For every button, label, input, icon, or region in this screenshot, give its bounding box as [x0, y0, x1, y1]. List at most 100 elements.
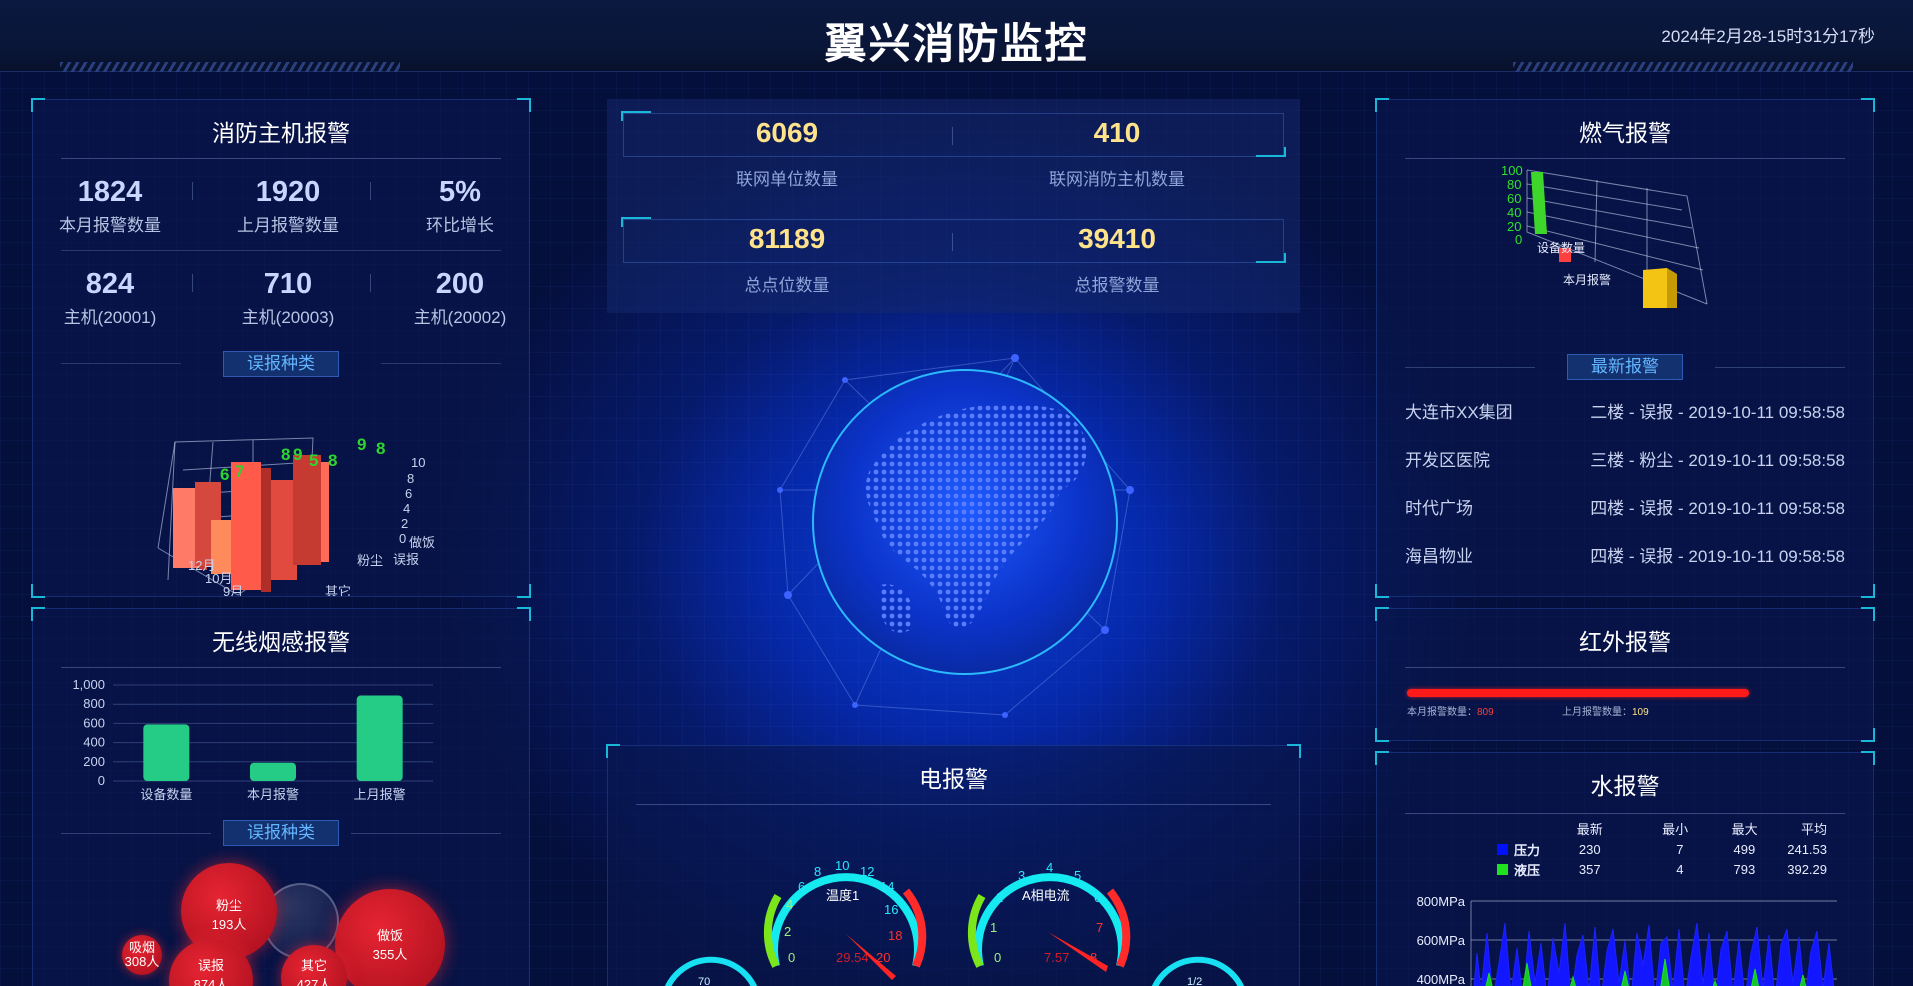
stat-this-month: 1824 本月报警数量 [59, 176, 161, 235]
small-gauge-right: 1/2 [1151, 956, 1245, 986]
svg-text:其它: 其它 [325, 584, 351, 596]
svg-text:60: 60 [1507, 191, 1521, 206]
svg-text:29.54: 29.54 [836, 950, 869, 965]
svg-text:10: 10 [835, 858, 849, 873]
svg-text:800MPa: 800MPa [1417, 894, 1466, 909]
svg-text:误报: 误报 [393, 552, 419, 567]
stat-network-hosts: 410 联网消防主机数量 [1049, 117, 1185, 189]
fire-3d-bar-chart: 6 7 8 9 5 8 9 8 做饭 误报 粉尘 其它 12月 10月 9月 1… [157, 435, 435, 596]
false-alarm-type-tab[interactable]: 误报种类 [223, 820, 339, 846]
svg-text:3: 3 [1018, 868, 1025, 883]
svg-text:18: 18 [888, 928, 902, 943]
gas-3d-bar-chart: 100 80 60 40 20 0 设备数量 本月报警 [1501, 163, 1708, 308]
divider [636, 804, 1271, 805]
svg-text:4: 4 [786, 897, 793, 912]
bar-value-label: 8 [328, 451, 337, 470]
svg-text:7: 7 [1096, 920, 1103, 935]
alarm-row[interactable]: 海昌物业 四楼 - 误报 - 2019-10-11 09:58:58 [1405, 542, 1845, 566]
bar-value-label: 9 [357, 435, 366, 454]
bubble-smoking[interactable]: 吸烟 308人 [122, 935, 162, 975]
svg-text:2: 2 [996, 890, 1003, 905]
stat-total-alarms: 39410 总报警数量 [1074, 223, 1160, 295]
svg-text:1/2: 1/2 [1187, 976, 1202, 986]
divider [1405, 813, 1845, 814]
svg-text:400MPa: 400MPa [1417, 972, 1466, 986]
globe-illustration [777, 354, 1134, 718]
bar-value-label: 7 [235, 462, 244, 481]
bar-value-label: 6 [220, 465, 229, 484]
smoke-bar-chart: 1,000 800 600 400 200 0 设备数量 本月报警 上月报警 [72, 677, 433, 802]
alarm-row[interactable]: 开发区医院 三楼 - 粉尘 - 2019-10-11 09:58:58 [1405, 446, 1845, 470]
infrared-panel: 红外报警 本月报警数量：809 上月报警数量：109 [1375, 607, 1875, 742]
divider [61, 667, 501, 668]
svg-text:做饭: 做饭 [409, 535, 435, 550]
smoke-bar [143, 724, 190, 781]
svg-text:0: 0 [994, 950, 1001, 965]
bubble-cooking[interactable]: 做饭 355人 [335, 889, 445, 986]
svg-text:70: 70 [698, 976, 710, 986]
small-gauge-left: 70 [664, 956, 758, 986]
center-stats-panel: 6069 联网单位数量 410 联网消防主机数量 81189 总点位数量 39410 总… [607, 99, 1300, 313]
svg-text:设备数量: 设备数量 [1537, 240, 1585, 255]
panel-title: 水报警 [1590, 773, 1660, 799]
water-line-chart: 800MPa 600MPa 400MPa [1417, 894, 1837, 986]
panel-title: 燃气报警 [1579, 120, 1671, 146]
svg-text:80: 80 [1507, 177, 1521, 192]
bar-value-label: 8 [281, 445, 290, 464]
stat-total-points: 81189 总点位数量 [744, 223, 830, 295]
clock-text: 2024年2月28-15时31分17秒 [1661, 27, 1875, 46]
svg-text:100: 100 [1501, 163, 1523, 178]
svg-text:0: 0 [1515, 232, 1522, 247]
last-month-count: 上月报警数量：109 [1562, 707, 1649, 718]
water-legend: 最新 最小 最大 平均 压力 230 7 499 241.53 液压 357 4… [1497, 819, 1827, 879]
svg-text:8: 8 [814, 864, 821, 879]
svg-text:8: 8 [407, 471, 414, 486]
gas-panel: 燃气报警 100 80 60 40 20 0 设备数量 本月报警 最新报警 大连… [1375, 98, 1875, 598]
svg-text:5: 5 [1074, 868, 1081, 883]
svg-text:6: 6 [798, 879, 805, 894]
svg-text:6: 6 [1094, 890, 1101, 905]
y-tick-label: 1,000 [72, 677, 105, 692]
divider [61, 158, 501, 159]
stat-network-units: 6069 联网单位数量 [736, 117, 838, 189]
svg-text:0: 0 [788, 950, 795, 965]
svg-text:10: 10 [411, 455, 425, 470]
svg-text:40: 40 [1507, 205, 1521, 220]
svg-text:600MPa: 600MPa [1417, 933, 1466, 948]
svg-text:7.57: 7.57 [1044, 950, 1069, 965]
svg-text:2: 2 [401, 516, 408, 531]
water-panel: 水报警 最新 最小 最大 平均 压力 230 7 499 241.53 液压 3… [1375, 751, 1875, 986]
electric-panel: 电报警 70 0 2 4 6 8 10 12 14 16 18 20 温度1 2… [606, 744, 1301, 986]
latest-alarm-tab[interactable]: 最新报警 [1567, 354, 1683, 380]
header-bar: 翼兴消防监控 2024年2月28-15时31分17秒 [0, 0, 1913, 72]
svg-text:0: 0 [399, 531, 406, 546]
alarm-row[interactable]: 大连市XX集团 二楼 - 误报 - 2019-10-11 09:58:58 [1405, 398, 1845, 422]
page-title: 翼兴消防监控 [824, 20, 1089, 67]
false-alarm-type-tab[interactable]: 误报种类 [223, 351, 339, 377]
bar-value-label: 8 [376, 439, 385, 458]
svg-text:14: 14 [880, 879, 894, 894]
svg-text:本月报警: 本月报警 [1563, 272, 1611, 287]
svg-text:12: 12 [860, 864, 874, 879]
panel-title: 红外报警 [1579, 629, 1671, 655]
this-month-count: 本月报警数量：809 [1407, 707, 1494, 718]
svg-text:16: 16 [884, 902, 898, 917]
svg-text:6: 6 [405, 486, 412, 501]
stat-growth: 5% 环比增长 [426, 176, 494, 235]
divider [1405, 158, 1845, 159]
temperature-gauge: 0 2 4 6 8 10 12 14 16 18 20 温度1 29.54 [763, 858, 927, 980]
y-tick-label: 0 [98, 773, 105, 788]
infrared-progress-bar [1407, 689, 1749, 697]
current-gauge: 0 1 2 3 4 5 6 7 8 A相电流 7.57 [967, 860, 1131, 972]
svg-text:A相电流: A相电流 [1022, 888, 1070, 903]
stat-host-20001: 824 主机(20001) [63, 268, 157, 327]
bar-value-label: 5 [309, 451, 318, 470]
smoke-bar [356, 695, 403, 781]
panel-title: 消防主机报警 [212, 120, 350, 146]
stat-host-20003: 710 主机(20003) [241, 268, 335, 327]
x-tick-label: 本月报警 [247, 787, 299, 802]
y-tick-label: 400 [83, 735, 105, 750]
x-tick-label: 设备数量 [140, 787, 192, 802]
alarm-row[interactable]: 时代广场 四楼 - 误报 - 2019-10-11 09:58:58 [1405, 494, 1845, 518]
panel-title: 电报警 [919, 766, 988, 792]
